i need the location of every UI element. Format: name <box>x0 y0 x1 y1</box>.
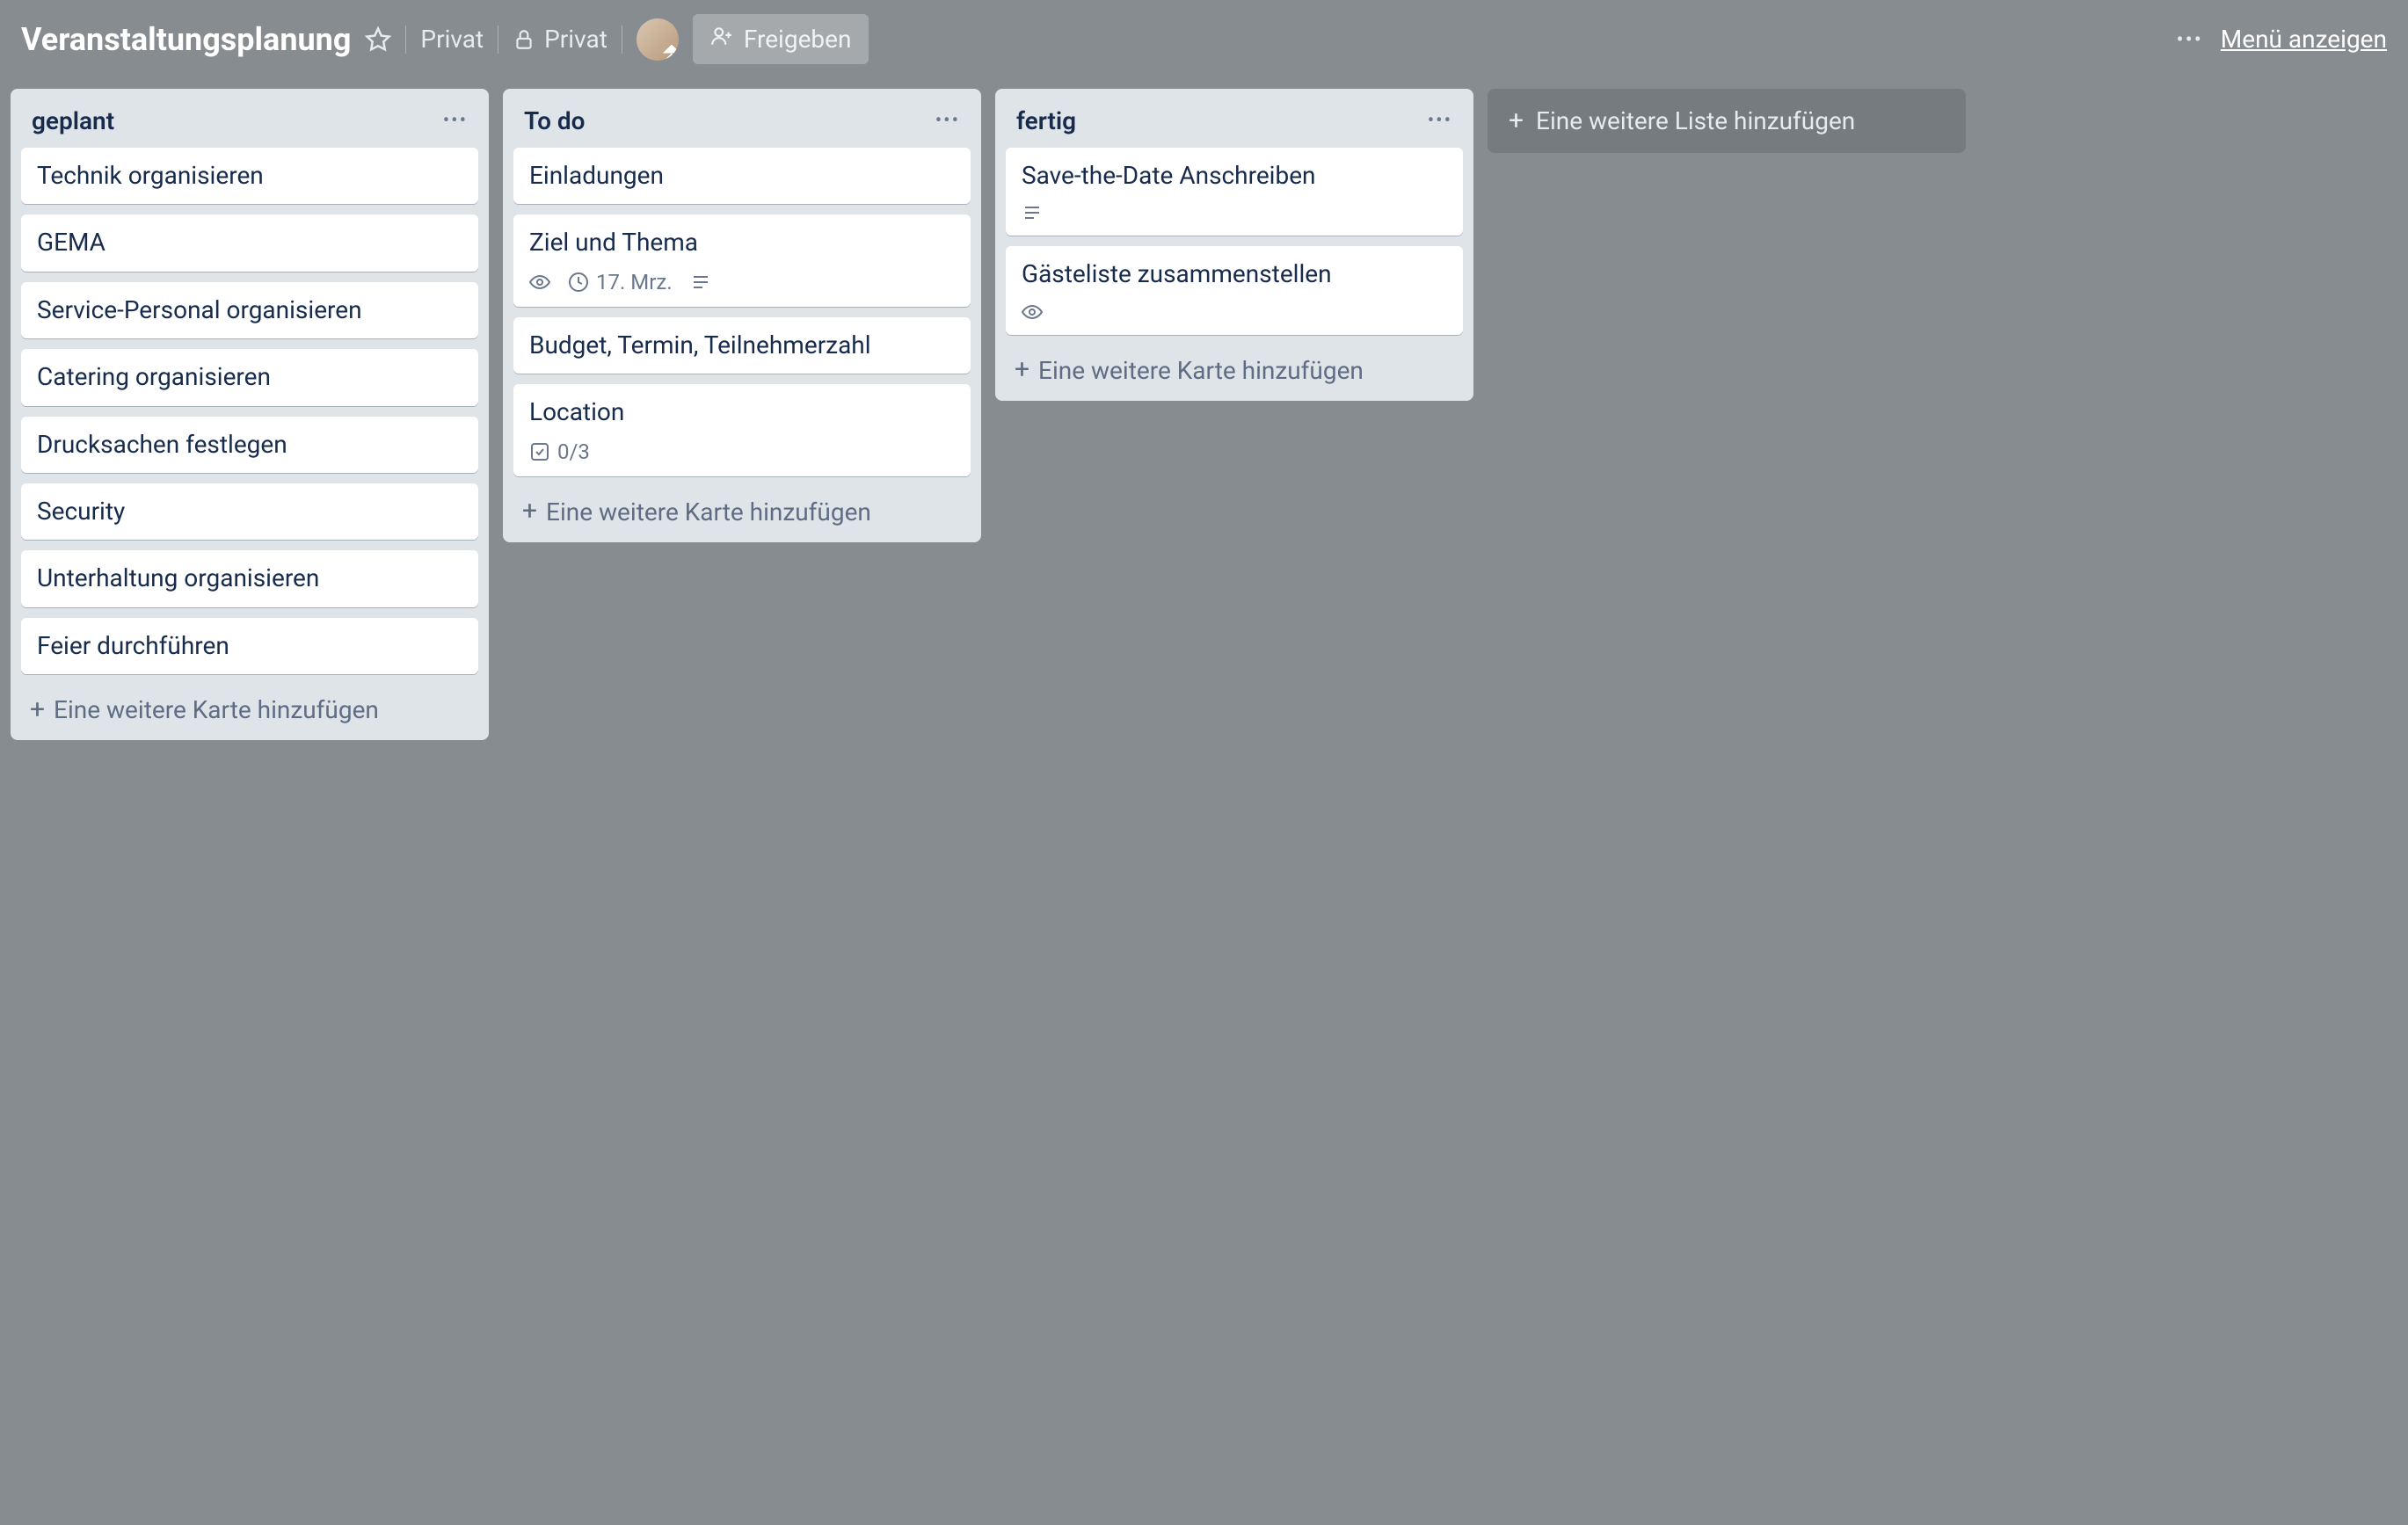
checklist-badge: 0/3 <box>529 439 590 464</box>
card-title: Service-Personal organisieren <box>37 294 462 326</box>
card-title: Location <box>529 396 955 428</box>
description-icon <box>690 272 711 293</box>
watch-icon <box>1022 301 1043 323</box>
card-title: Einladungen <box>529 160 955 192</box>
show-menu-link[interactable]: Menü anzeigen <box>2221 25 2387 54</box>
list-title[interactable]: fertig <box>1016 106 1076 135</box>
add-card-button[interactable]: + Eine weitere Karte hinzufügen <box>513 487 971 530</box>
card-badges <box>1022 202 1447 223</box>
plus-icon: + <box>1509 108 1524 134</box>
list-todo: To do ••• Einladungen Ziel und Thema 17.… <box>503 89 981 542</box>
card[interactable]: Gästeliste zusammenstellen <box>1006 246 1463 334</box>
list-title[interactable]: To do <box>524 106 586 135</box>
plus-icon: + <box>30 697 45 723</box>
card-title: Technik organisieren <box>37 160 462 192</box>
list-fertig: fertig ••• Save-the-Date Anschreiben Gäs… <box>995 89 1473 401</box>
add-card-button[interactable]: + Eine weitere Karte hinzufügen <box>21 685 478 728</box>
card[interactable]: Feier durchführen <box>21 618 478 674</box>
card[interactable]: Einladungen <box>513 148 971 204</box>
card[interactable]: Ziel und Thema 17. Mrz. <box>513 214 971 306</box>
list-menu-icon[interactable]: ••• <box>1428 110 1452 132</box>
list-menu-icon[interactable]: ••• <box>443 110 468 132</box>
lock-icon <box>513 28 535 51</box>
more-icon[interactable]: ••• <box>2177 27 2203 52</box>
card[interactable]: Budget, Termin, Teilnehmerzahl <box>513 317 971 374</box>
description-icon <box>1022 202 1043 223</box>
card[interactable]: Service-Personal organisieren <box>21 282 478 338</box>
card-title: Budget, Termin, Teilnehmerzahl <box>529 330 955 361</box>
person-add-icon <box>710 25 733 54</box>
card-title: Ziel und Thema <box>529 227 955 258</box>
avatar[interactable] <box>637 18 679 61</box>
card-title: Feier durchführen <box>37 630 462 662</box>
card-title: Catering organisieren <box>37 361 462 393</box>
card[interactable]: Security <box>21 483 478 540</box>
plus-icon: + <box>522 498 537 525</box>
star-icon[interactable] <box>365 26 391 53</box>
card[interactable]: Unterhaltung organisieren <box>21 550 478 606</box>
card-title: Security <box>37 496 462 527</box>
card-title: Gästeliste zusammenstellen <box>1022 258 1447 290</box>
privacy-label[interactable]: Privat <box>513 25 607 54</box>
list-geplant: geplant ••• Technik organisieren GEMA Se… <box>11 89 489 740</box>
card[interactable]: GEMA <box>21 214 478 271</box>
card-badges: 0/3 <box>529 439 955 464</box>
card-badges <box>1022 301 1447 323</box>
card[interactable]: Technik organisieren <box>21 148 478 204</box>
card[interactable]: Location 0/3 <box>513 384 971 476</box>
board-header: Veranstaltungsplanung Privat Privat <box>0 0 2408 78</box>
card-title: Drucksachen festlegen <box>37 429 462 461</box>
card[interactable]: Catering organisieren <box>21 349 478 405</box>
watch-icon <box>529 272 550 293</box>
add-list-button[interactable]: + Eine weitere Liste hinzufügen <box>1488 89 1966 153</box>
share-button[interactable]: Freigeben <box>693 14 869 64</box>
header-divider <box>405 25 406 54</box>
list-header: To do ••• <box>513 101 971 148</box>
card-title: Save-the-Date Anschreiben <box>1022 160 1447 192</box>
visibility-label[interactable]: Privat <box>420 25 484 54</box>
list-header: fertig ••• <box>1006 101 1463 148</box>
list-menu-icon[interactable]: ••• <box>935 110 960 132</box>
card[interactable]: Save-the-Date Anschreiben <box>1006 148 1463 236</box>
add-card-button[interactable]: + Eine weitere Karte hinzufügen <box>1006 345 1463 389</box>
due-date-badge: 17. Mrz. <box>568 270 673 294</box>
card-badges: 17. Mrz. <box>529 270 955 294</box>
card-title: Unterhaltung organisieren <box>37 563 462 594</box>
board: geplant ••• Technik organisieren GEMA Se… <box>0 78 2408 751</box>
card[interactable]: Drucksachen festlegen <box>21 417 478 473</box>
header-right: ••• Menü anzeigen <box>2177 25 2388 54</box>
list-header: geplant ••• <box>21 101 478 148</box>
list-title[interactable]: geplant <box>32 106 114 135</box>
board-title[interactable]: Veranstaltungsplanung <box>21 21 351 58</box>
plus-icon: + <box>1015 357 1029 383</box>
card-title: GEMA <box>37 227 462 258</box>
